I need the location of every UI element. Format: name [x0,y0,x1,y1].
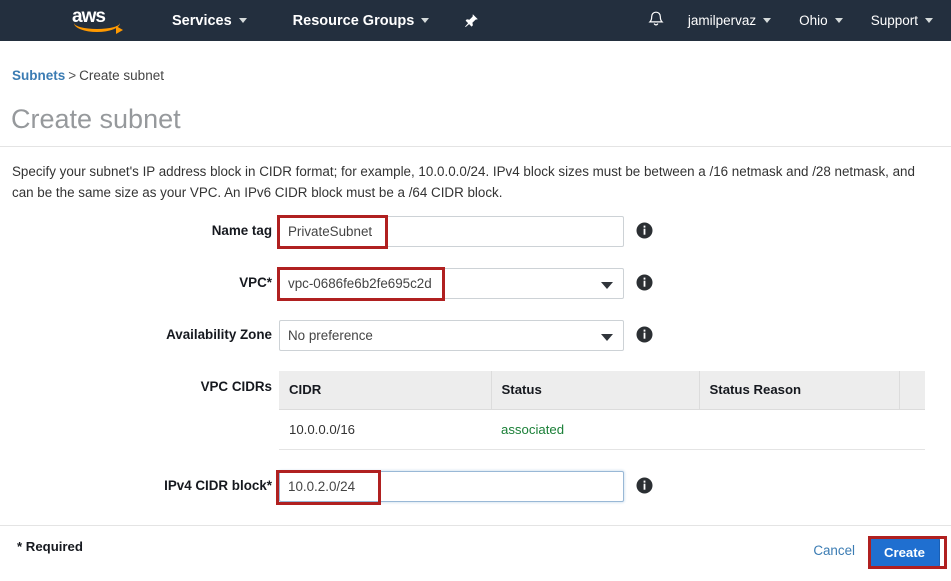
account-menu[interactable]: jamilpervaz [674,0,785,41]
breadcrumb: Subnets > Create subnet [12,68,164,83]
form-row-vpc: VPC* vpc-0686fe6b2fe695c2d [0,264,951,316]
name-tag-field-wrap: PrivateSubnet [279,216,624,247]
bell-icon[interactable] [646,10,668,32]
services-menu-label: Services [172,12,232,29]
vpc-cidrs-label: VPC CIDRs [200,379,272,394]
column-header-cidr[interactable]: CIDR [279,371,492,410]
top-navigation-bar: aws Services Resource Groups jamilpervaz… [0,0,951,41]
cancel-button[interactable]: Cancel [813,543,855,558]
vpc-label: VPC* [239,275,272,290]
cell-status: associated [491,409,699,450]
footer-divider [0,525,951,526]
support-menu[interactable]: Support [857,0,947,41]
table-header-row: CIDR Status Status Reason [279,371,925,410]
page-title: Create subnet [11,104,181,134]
form-row-name-tag: Name tag PrivateSubnet [0,212,951,264]
aws-logo[interactable]: aws [72,5,124,34]
form-row-availability-zone: Availability Zone No preference [0,316,951,368]
ipv4-cidr-block-input[interactable]: 10.0.2.0/24 [279,471,624,502]
chevron-down-icon [925,18,933,23]
region-menu[interactable]: Ohio [785,0,857,41]
chevron-down-icon [763,18,772,23]
chevron-down-icon [238,18,247,23]
resource-groups-menu[interactable]: Resource Groups [279,0,444,41]
page-description: Specify your subnet's IP address block i… [12,164,915,200]
chevron-down-icon [601,334,613,341]
cell-status-reason [699,409,899,450]
cell-cidr: 10.0.0.0/16 [279,409,491,450]
aws-logo-text: aws [72,5,106,27]
info-icon[interactable] [636,274,653,291]
create-button[interactable]: Create [868,538,940,567]
pin-icon[interactable] [453,13,489,29]
create-subnet-page: aws Services Resource Groups jamilpervaz… [0,0,951,581]
breadcrumb-current: Create subnet [79,68,164,83]
nav-left-group: aws Services Resource Groups [30,0,489,41]
breadcrumb-separator: > [68,68,77,83]
create-subnet-form: Name tag PrivateSubnet VPC* vpc-0686fe6b… [0,212,951,368]
vpc-cidrs-table: CIDR Status Status Reason 10.0.0.0/16 as… [279,371,925,450]
account-menu-label: jamilpervaz [687,13,757,28]
ipv4-cidr-block-label: IPv4 CIDR block* [164,478,272,493]
chevron-down-icon [834,18,843,23]
aws-logo-smile [74,23,123,34]
name-tag-label: Name tag [211,223,272,238]
chevron-down-icon [421,18,430,23]
chevron-down-icon [601,282,613,289]
table-row: 10.0.0.0/16 associated [279,409,925,450]
resource-groups-menu-label: Resource Groups [292,12,415,29]
nav-right-group: jamilpervaz Ohio Support [646,0,947,41]
breadcrumb-link-subnets[interactable]: Subnets [12,68,65,83]
region-menu-label: Ohio [799,13,828,28]
form-row-ipv4-cidr-block: IPv4 CIDR block* 10.0.2.0/24 [0,467,951,519]
availability-zone-label: Availability Zone [166,327,272,342]
vpc-select-value: vpc-0686fe6b2fe695c2d [288,276,432,291]
column-header-status[interactable]: Status [491,371,700,410]
ipv4-cidr-block-field-wrap: 10.0.2.0/24 [279,471,624,502]
services-menu[interactable]: Services [158,0,261,41]
availability-zone-select[interactable]: No preference [279,320,624,351]
required-note: * Required [17,539,83,554]
info-icon[interactable] [636,222,653,239]
vpc-cidrs-table-wrap: CIDR Status Status Reason 10.0.0.0/16 as… [279,371,925,450]
column-header-status-reason[interactable]: Status Reason [699,371,900,410]
title-divider [0,146,951,147]
info-icon[interactable] [636,326,653,343]
availability-zone-field-wrap: No preference [279,320,624,351]
info-icon[interactable] [636,477,653,494]
vpc-select[interactable]: vpc-0686fe6b2fe695c2d [279,268,624,299]
name-tag-input[interactable]: PrivateSubnet [279,216,624,247]
column-header-extra[interactable] [899,371,925,410]
availability-zone-value: No preference [288,328,373,343]
cell-extra [899,409,925,450]
vpc-field-wrap: vpc-0686fe6b2fe695c2d [279,268,624,299]
support-menu-label: Support [870,13,918,28]
